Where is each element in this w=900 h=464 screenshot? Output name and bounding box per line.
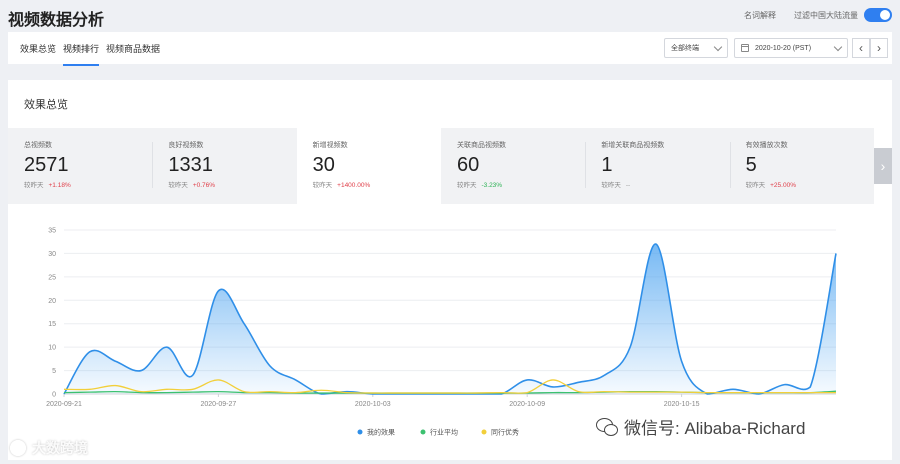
filter-mainland-toggle[interactable] <box>864 8 892 22</box>
kpi-value: 2571 <box>24 154 69 176</box>
x-tick-label: 2020-10-03 <box>355 401 391 408</box>
tab-bar: 效果总览 视频排行 视频商品数据 全部终端 2020-10-20 (PST) ‹… <box>8 32 892 66</box>
y-tick-label: 10 <box>48 345 56 352</box>
tab-video-product-data[interactable]: 视频商品数据 <box>106 42 160 55</box>
kpi-compare: 较昨天 -3.23% <box>456 182 503 189</box>
kpi-value: 1 <box>601 154 613 176</box>
chevron-left-icon: ‹ <box>859 41 863 55</box>
kpi-label: 关联商品视频数 <box>456 142 506 149</box>
watermark-left: 大数跨境 <box>10 438 88 458</box>
chevron-down-icon <box>833 42 843 52</box>
category-select-value: 全部终端 <box>671 45 699 52</box>
chevron-right-icon: › <box>877 41 881 55</box>
y-tick-label: 20 <box>48 298 56 305</box>
series-area-my-performance <box>64 244 836 394</box>
kpi-compare: 较昨天 -- <box>601 182 631 189</box>
kpi-value: 60 <box>456 154 480 176</box>
kpi-change: +1.18% <box>48 182 71 189</box>
legend-marker <box>481 429 487 435</box>
wechat-icon <box>596 417 618 436</box>
watermark-right: 微信号: Alibaba-Richard <box>596 414 805 439</box>
y-tick-label: 25 <box>48 274 56 281</box>
kpi-change: +0.76% <box>192 182 216 189</box>
legend-label[interactable]: 我的效果 <box>367 428 395 437</box>
legend-marker <box>420 429 426 435</box>
kpi-label: 新增视频数 <box>312 142 348 149</box>
kpi-effective-plays[interactable]: 有效播放次数 5 较昨天 +25.00% <box>729 128 874 204</box>
legend-label[interactable]: 同行优秀 <box>491 428 519 437</box>
kpi-new-videos[interactable]: 新增视频数 30 较昨天 +1400.00% <box>296 128 441 204</box>
section-title: 效果总览 <box>24 99 68 111</box>
kpi-value: 30 <box>312 154 335 176</box>
kpi-compare: 较昨天 +25.00% <box>745 182 796 189</box>
legend-marker <box>357 429 363 435</box>
y-tick-label: 5 <box>52 368 56 375</box>
kpi-label: 新增关联商品视频数 <box>601 142 665 149</box>
y-tick-label: 35 <box>48 228 56 235</box>
date-select[interactable]: 2020-10-20 (PST) <box>734 38 848 58</box>
kpi-next-button[interactable]: › <box>874 148 892 184</box>
y-tick-label: 0 <box>52 392 56 399</box>
x-tick-label: 2020-09-21 <box>46 401 82 408</box>
watermark-right-text: 微信号: Alibaba-Richard <box>624 419 806 438</box>
kpi-new-product-linked-videos[interactable]: 新增关联商品视频数 1 较昨天 -- <box>585 128 730 204</box>
tab-overview[interactable]: 效果总览 <box>20 42 56 55</box>
kpi-compare: 较昨天 +1400.00% <box>312 182 371 189</box>
y-tick-label: 15 <box>48 321 56 328</box>
chevron-right-icon: › <box>880 158 886 174</box>
chart-legend: 我的效果 行业平均 同行优秀 <box>357 428 519 437</box>
glossary-link[interactable]: 名词解释 <box>744 10 776 21</box>
prev-date-button[interactable]: ‹ <box>852 38 870 58</box>
page-title: 视频数据分析 <box>8 12 105 29</box>
kpi-label: 良好视频数 <box>168 142 204 149</box>
kpi-change: +25.00% <box>770 182 796 189</box>
kpi-change: -3.23% <box>481 182 503 189</box>
x-tick-label: 2020-10-09 <box>509 401 545 408</box>
kpi-compare: 较昨天 +1.18% <box>24 182 71 189</box>
x-tick-label: 2020-10-15 <box>664 401 700 408</box>
y-tick-label: 30 <box>48 251 56 258</box>
chart-series <box>63 243 837 395</box>
kpi-product-linked-videos[interactable]: 关联商品视频数 60 较昨天 -3.23% <box>440 128 586 204</box>
kpi-compare: 较昨天 +0.76% <box>168 182 216 189</box>
kpi-row: 总视频数 2571 较昨天 +1.18% 良好视频数 1331 较昨天 +0.76%… <box>8 128 874 204</box>
x-tick-label: 2020-09-27 <box>200 401 236 408</box>
category-select[interactable]: 全部终端 <box>664 38 728 58</box>
kpi-total-videos[interactable]: 总视频数 2571 较昨天 +1.18% <box>8 128 153 204</box>
kpi-good-videos[interactable]: 良好视频数 1331 较昨天 +0.76% <box>152 128 297 204</box>
kpi-change: +1400.00% <box>337 182 371 189</box>
kpi-change: -- <box>625 182 631 189</box>
filter-mainland-label: 过滤中国大陆流量 <box>794 10 858 20</box>
chevron-down-icon <box>713 42 723 52</box>
brand-logo-icon <box>10 440 26 456</box>
kpi-label: 总视频数 <box>24 142 52 149</box>
y-axis: 0 5 10 15 20 25 30 35 <box>48 228 56 399</box>
date-select-value: 2020-10-20 (PST) <box>755 44 812 52</box>
tab-video-ranking[interactable]: 视频排行 <box>63 42 100 66</box>
x-axis: 2020-09-21 2020-09-27 2020-10-03 2020-10-09… <box>46 394 700 408</box>
top-bar: 视频数据分析 名词解释 过滤中国大陆流量 <box>0 0 900 30</box>
legend-label[interactable]: 行业平均 <box>430 428 458 437</box>
trend-chart: 05101520253035 2020-09-21 2020-09-27 2020-… <box>46 228 837 437</box>
kpi-value: 1331 <box>168 154 213 176</box>
kpi-value: 5 <box>745 154 757 176</box>
next-date-button[interactable]: › <box>870 38 888 58</box>
watermark-left-text: 大数跨境 <box>32 440 88 456</box>
calendar-icon <box>741 44 749 52</box>
kpi-label: 有效播放次数 <box>745 142 788 149</box>
top-right-actions: 名词解释 过滤中国大陆流量 <box>744 8 892 22</box>
